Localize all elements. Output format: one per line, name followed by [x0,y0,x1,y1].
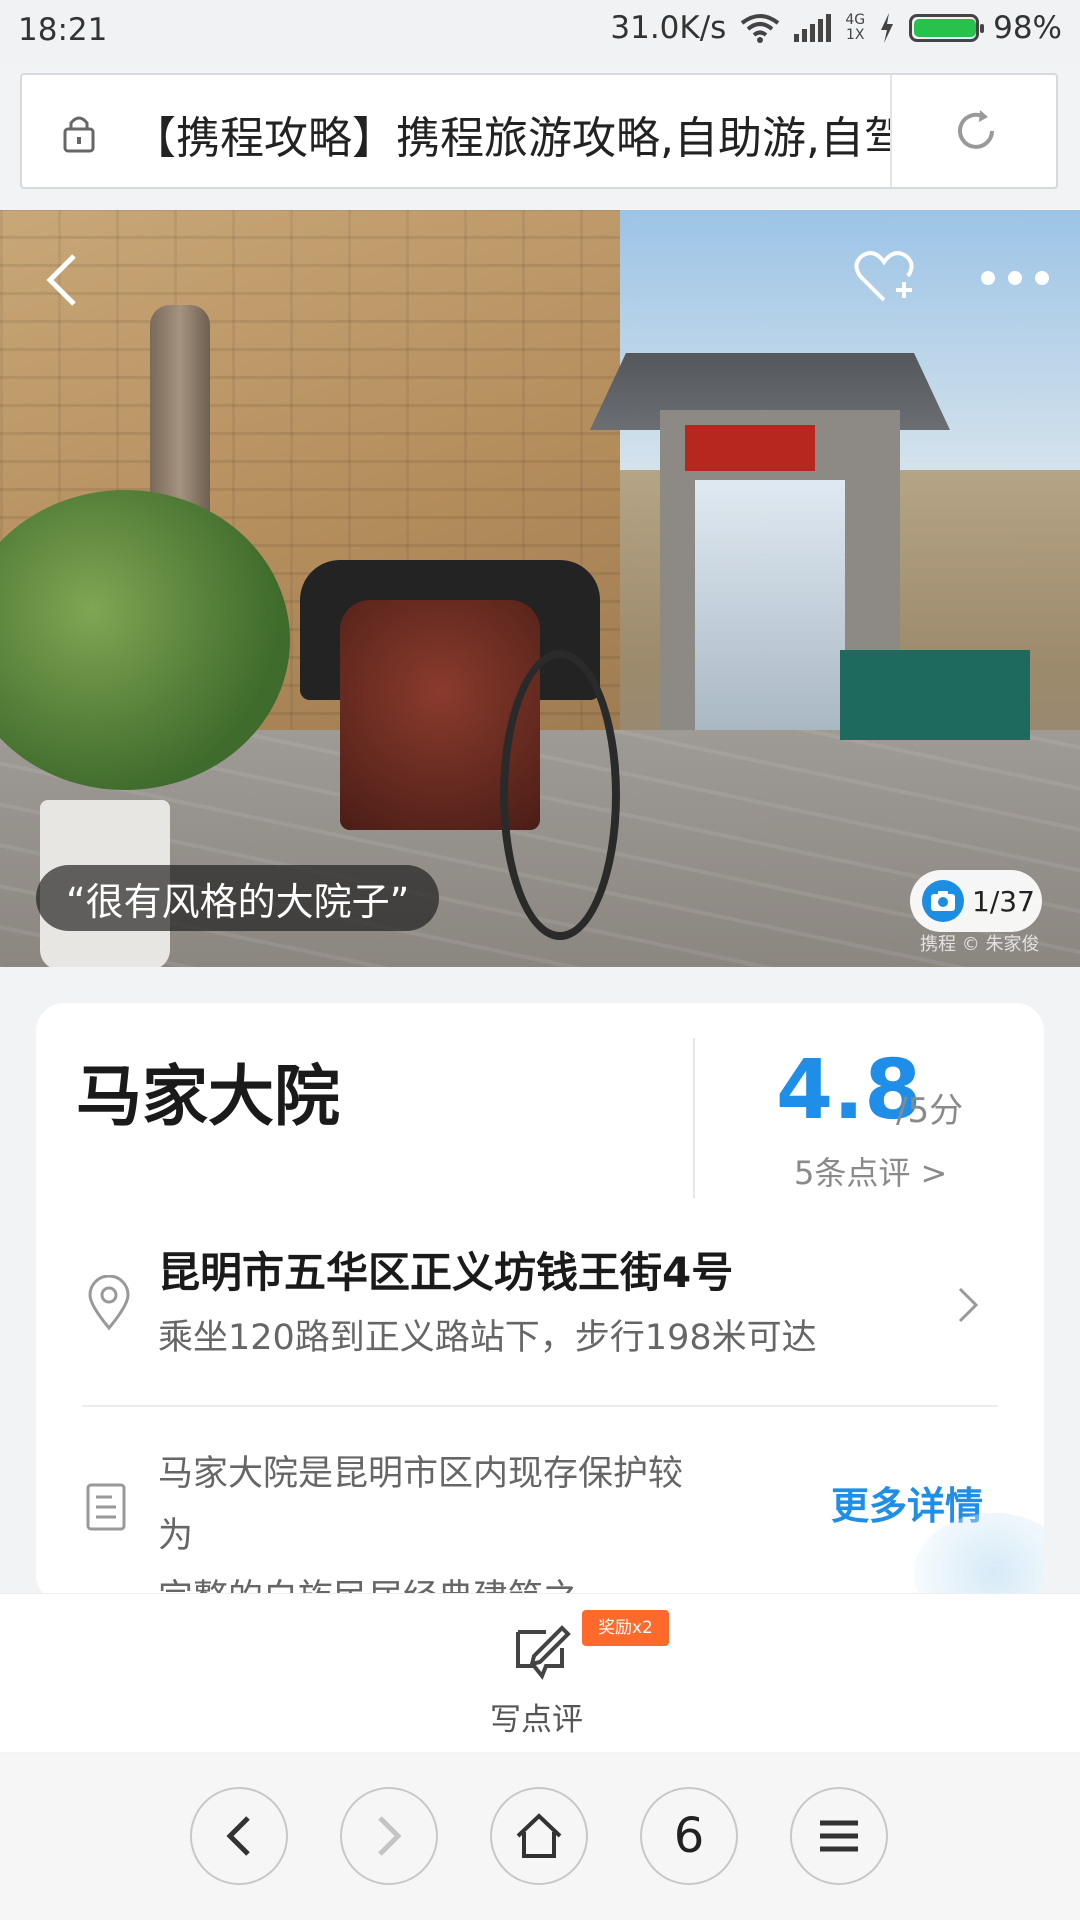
write-review-icon[interactable] [512,1620,572,1680]
browser-nav-bar: 6 [0,1753,1080,1920]
lock-icon [63,116,95,153]
wifi-icon [741,14,780,43]
review-quote: “很有风格的大院子” [36,865,440,931]
battery-percent: 98% [993,10,1062,46]
home-icon [516,1813,562,1858]
photo-watermark: 携程 © 朱家俊 [920,934,1040,955]
battery-icon [909,14,985,42]
document-icon [86,1483,126,1531]
page-title[interactable]: 【携程攻略】携程旅游攻略,自助游,自驾 [132,102,892,166]
charging-icon [881,13,894,43]
status-indicators: 31.0K/s 4G 1X 98% [610,10,1062,46]
attraction-card: 马家大院 4.8 /5分 5条点评 > 昆明市五华区正义坊钱王街4号 乘坐120… [36,1003,1044,1603]
address-text[interactable]: 昆明市五华区正义坊钱王街4号 [158,1239,733,1300]
network-speed: 31.0K/s [610,10,727,46]
more-options-icon[interactable] [980,270,1050,286]
browser-back-button[interactable] [190,1787,288,1885]
hero-photo[interactable]: “很有风格的大院子” 1/37 携程 © 朱家俊 [0,210,1080,967]
address-bar[interactable]: 【携程攻略】携程旅游攻略,自助游,自驾 [20,73,1058,189]
favorite-add-icon[interactable] [852,246,916,310]
url-divider [890,75,892,187]
rating-unit: /5分 [896,1091,964,1131]
browser-forward-button[interactable] [340,1787,438,1885]
reload-icon[interactable] [952,107,1000,155]
reward-badge: 奖励x2 [582,1610,669,1646]
back-arrow-icon[interactable] [40,250,84,310]
browser-home-button[interactable] [490,1787,588,1885]
photo-counter[interactable]: 1/37 [910,870,1042,932]
write-review-button[interactable]: 写点评 [490,1694,583,1739]
reviews-link[interactable]: 5条点评 > [794,1148,947,1194]
network-type: 4G 1X [845,12,866,43]
menu-icon [820,1820,858,1852]
photo-count: 1/37 [972,884,1035,918]
attraction-title: 马家大院 [76,1058,340,1135]
camera-icon [922,880,964,922]
signal-icon [794,14,832,42]
action-bar: 奖励x2 写点评 [0,1593,1080,1752]
browser-tabs-button[interactable]: 6 [640,1787,738,1885]
section-divider [82,1405,998,1407]
chevron-left-icon [226,1816,250,1856]
chevron-right-icon[interactable] [956,1285,980,1325]
browser-menu-button[interactable] [790,1787,888,1885]
route-text[interactable]: 乘坐120路到正义路站下，步行198米可达 [158,1309,817,1360]
card-divider [693,1038,695,1198]
chevron-right-icon [378,1816,402,1856]
description-text: 马家大院是昆明市区内现存保护较为 完整的白族民居经典建筑之一，曾... [158,1454,684,1603]
status-bar: 18:21 31.0K/s 4G 1X 98% [0,0,1080,62]
status-time: 18:21 [18,12,108,48]
location-pin-icon [88,1275,130,1331]
